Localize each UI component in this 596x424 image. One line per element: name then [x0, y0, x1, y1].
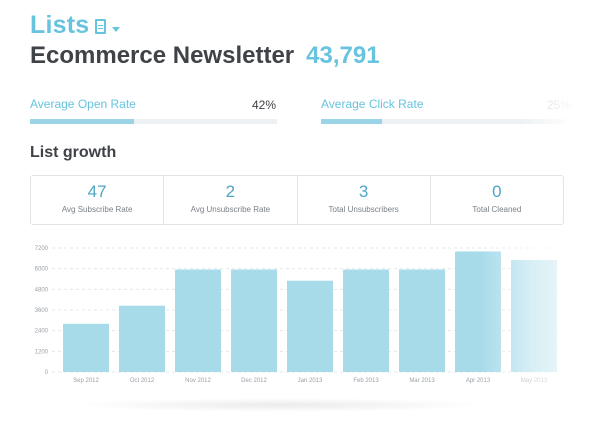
x-tick-label: Feb 2013 [353, 378, 379, 384]
growth-stats-panel: 47 Avg Subscribe Rate 2 Avg Unsubscribe … [30, 175, 564, 225]
stat-value: 2 [225, 182, 236, 201]
x-tick-label: Nov 2012 [185, 378, 211, 384]
bar-may-2013[interactable] [511, 260, 557, 372]
document-icon[interactable] [95, 19, 107, 34]
open-rate-label: Average Open Rate [30, 97, 136, 111]
x-tick-label: May 2013 [521, 378, 548, 384]
stat-total-cleaned: 0 Total Cleaned [431, 176, 563, 224]
list-name: Ecommerce Newsletter [30, 42, 295, 69]
stat-value: 0 [492, 182, 502, 201]
stat-avg-unsubscribe-rate: 2 Avg Unsubscribe Rate [164, 176, 298, 224]
x-tick-label: Oct 2012 [130, 378, 155, 384]
stat-avg-subscribe-rate: 47 Avg Subscribe Rate [31, 176, 165, 224]
y-tick-label: 7200 [35, 246, 49, 252]
open-rate-bar-fill [30, 119, 134, 124]
bar-feb-2013[interactable] [343, 269, 389, 372]
open-rate-value: 42% [252, 98, 277, 112]
x-tick-label: Apr 2013 [466, 378, 491, 384]
x-tick-label: Mar 2013 [409, 378, 435, 384]
list-title-row: Ecommerce Newsletter 43,791 [30, 42, 380, 70]
y-tick-label: 4800 [35, 287, 49, 293]
stat-label: Avg Unsubscribe Rate [190, 205, 271, 214]
bar-apr-2013[interactable] [455, 251, 501, 372]
list-subscriber-count: 43,791 [306, 42, 380, 69]
x-tick-label: Jan 2013 [298, 378, 323, 384]
y-tick-label: 2400 [35, 329, 49, 335]
open-rate-bar [30, 119, 277, 124]
click-rate-label: Average Click Rate [321, 97, 424, 111]
y-tick-label: 6000 [35, 267, 49, 273]
bar-oct-2012[interactable] [119, 305, 165, 372]
stat-value: 3 [358, 182, 369, 201]
click-rate-value: 25% [547, 98, 572, 112]
stat-label: Total Cleaned [472, 205, 522, 214]
x-tick-label: Dec 2012 [241, 378, 267, 384]
chart-shadow [70, 398, 490, 412]
stat-label: Avg Subscribe Rate [61, 205, 133, 214]
bar-mar-2013[interactable] [399, 269, 445, 372]
click-rate-bar-fill [321, 119, 383, 124]
bar-nov-2012[interactable] [175, 269, 221, 372]
y-tick-label: 0 [45, 370, 49, 376]
stat-value: 47 [87, 182, 107, 201]
stat-label: Total Unsubscribers [328, 205, 399, 214]
y-tick-label: 3600 [35, 308, 49, 314]
stat-total-unsubscribers: 3 Total Unsubscribers [298, 176, 431, 224]
chevron-down-icon[interactable] [112, 26, 121, 32]
lists-header: Lists [30, 10, 121, 40]
lists-title[interactable]: Lists [30, 11, 89, 40]
bar-jan-2013[interactable] [287, 280, 333, 372]
bar-sep-2012[interactable] [63, 323, 109, 372]
list-growth-title: List growth [30, 144, 117, 161]
click-rate-bar [321, 119, 566, 124]
x-tick-label: Sep 2012 [73, 378, 99, 384]
bar-dec-2012[interactable] [231, 269, 277, 372]
list-growth-chart: 0 1200 2400 3600 4800 6000 7200 Sep 2012 Oct 201… [35, 246, 560, 384]
y-tick-label: 1200 [35, 349, 49, 355]
